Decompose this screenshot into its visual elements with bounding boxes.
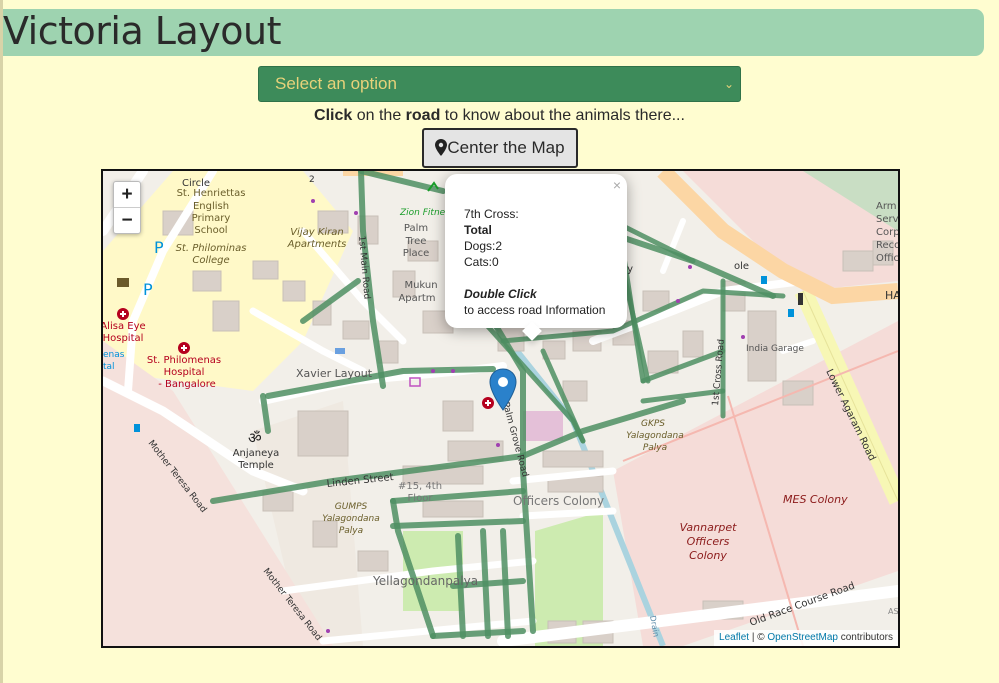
label-vijay-kiran: Vijay Kiran — [290, 227, 344, 238]
instruction-on-the: on the — [352, 107, 406, 124]
hospital-area — [523, 411, 563, 441]
zoom-out-button[interactable]: − — [114, 207, 140, 233]
popup-cats-count: Cats:0 — [464, 255, 499, 269]
label-gumps: Yalagondana — [322, 514, 380, 524]
popup-hint-title: Double Click — [464, 287, 537, 301]
label-tal: tal — [103, 362, 115, 372]
osm-link[interactable]: OpenStreetMap — [767, 632, 838, 643]
zoom-in-button[interactable]: + — [114, 182, 140, 207]
bank-icon — [117, 278, 129, 287]
label-army: Arm — [876, 201, 897, 212]
label-vannarpet: Officers — [687, 535, 730, 548]
page-left-border — [0, 0, 3, 683]
label-mukun-apartments: Apartm — [398, 293, 435, 304]
traffic-signal-icon — [798, 293, 803, 305]
label-officers-colony: Officers Colony — [513, 494, 604, 508]
attribution-separator: | © — [749, 632, 768, 643]
label-st-philomenas-hospital: St. Philomenas — [147, 355, 221, 366]
label-zion-fitness: Zion Fitne — [399, 208, 446, 218]
label-ole: ole — [734, 261, 749, 272]
label-india-garage: India Garage — [746, 344, 804, 354]
label-army: Offic — [876, 253, 898, 264]
label-anjaneya-temple: Anjaneya — [233, 448, 280, 459]
label-gumps: GUMPS — [335, 502, 368, 512]
bus-icon — [134, 424, 140, 432]
label-palm-tree-place: Palm — [404, 223, 428, 234]
select-placeholder: Select an option — [275, 74, 397, 93]
label-palm-tree-place: Tree — [405, 236, 427, 247]
label-st-philominas: College — [192, 255, 229, 266]
label-yellagondanpalya: Yellagondanpalya — [372, 574, 478, 588]
label-gkps: Palya — [643, 443, 667, 453]
map-container[interactable]: P P ॐ Circle St. Henriettas English Prim… — [101, 169, 900, 648]
label-ha: HA — [885, 289, 898, 302]
label-as: AS — [888, 607, 898, 616]
label-st-philominas: St. Philominas — [176, 243, 247, 254]
instruction-road: road — [405, 107, 441, 124]
center-map-button[interactable]: Center the Map — [422, 128, 578, 168]
layout-select[interactable]: Select an option ⌄ — [258, 66, 741, 102]
leaflet-link[interactable]: Leaflet — [719, 632, 749, 643]
label-army: Servi — [876, 214, 898, 225]
label-st-henriettas: St. Henriettas — [177, 188, 246, 199]
label-xavier-layout: Xavier Layout — [296, 367, 373, 380]
temple-icon: ॐ — [248, 429, 262, 447]
label-st-henriettas: Primary — [192, 213, 231, 224]
label-army: Corp — [876, 227, 898, 238]
label-mukun-apartments: Mukun — [404, 280, 437, 291]
popup-hint-text: to access road Information — [464, 303, 606, 317]
map-marker-icon[interactable] — [488, 368, 518, 412]
instruction-click: Click — [314, 107, 353, 124]
popup-total-label: Total — [464, 223, 492, 237]
chevron-down-icon: ⌄ — [723, 77, 734, 91]
label-st-philomenas-hospital: - Bangalore — [158, 379, 216, 390]
bus-icon — [335, 348, 345, 354]
label-house-15: #15, 4th — [398, 481, 442, 492]
page-title: Victoria Layout — [3, 9, 281, 53]
map-attribution: Leaflet | © OpenStreetMap contributors — [714, 630, 898, 646]
label-alisa-eye-hospital: Alisa Eye — [103, 321, 146, 332]
label-st-henriettas: School — [194, 225, 227, 236]
map-marker-icon — [435, 133, 448, 169]
label-st-henriettas: English — [193, 201, 229, 212]
popup-road-name: 7th Cross: — [464, 207, 519, 221]
label-vannarpet: Colony — [689, 549, 727, 562]
popup-dogs-count: Dogs:2 — [464, 239, 503, 253]
label-mes-colony: MES Colony — [783, 493, 848, 506]
label-st-philomenas-hospital: Hospital — [164, 367, 205, 378]
road-popup: × 7th Cross: Total Dogs:2 Cats:0 Double … — [445, 174, 627, 341]
label-2: 2 — [309, 175, 315, 185]
parking-icon: P — [143, 280, 153, 299]
label-gumps: Palya — [339, 526, 363, 536]
zoom-control: + − — [113, 181, 141, 234]
instruction-text: Click on the road to know about the anim… — [0, 106, 999, 126]
label-house-15: Floor — [408, 493, 434, 504]
label-alisa-eye-hospital: Hospital — [103, 333, 143, 344]
bus-icon — [788, 309, 794, 317]
center-map-label: Center the Map — [447, 138, 565, 157]
label-vijay-kiran: Apartments — [287, 239, 347, 250]
parking-icon: P — [154, 238, 164, 257]
label-gkps: GKPS — [641, 419, 665, 429]
bus-icon — [761, 276, 767, 284]
label-enas: enas — [103, 350, 125, 360]
label-palm-tree-place: Place — [403, 248, 430, 259]
label-anjaneya-temple: Temple — [237, 460, 274, 471]
instruction-rest: to know about the animals there... — [440, 107, 685, 124]
attribution-suffix: contributors — [837, 632, 893, 643]
label-gkps: Yalagondana — [626, 431, 684, 441]
label-vannarpet: Vannarpet — [680, 521, 738, 534]
label-army: Reco — [876, 240, 898, 251]
popup-close-button[interactable]: × — [613, 177, 621, 193]
